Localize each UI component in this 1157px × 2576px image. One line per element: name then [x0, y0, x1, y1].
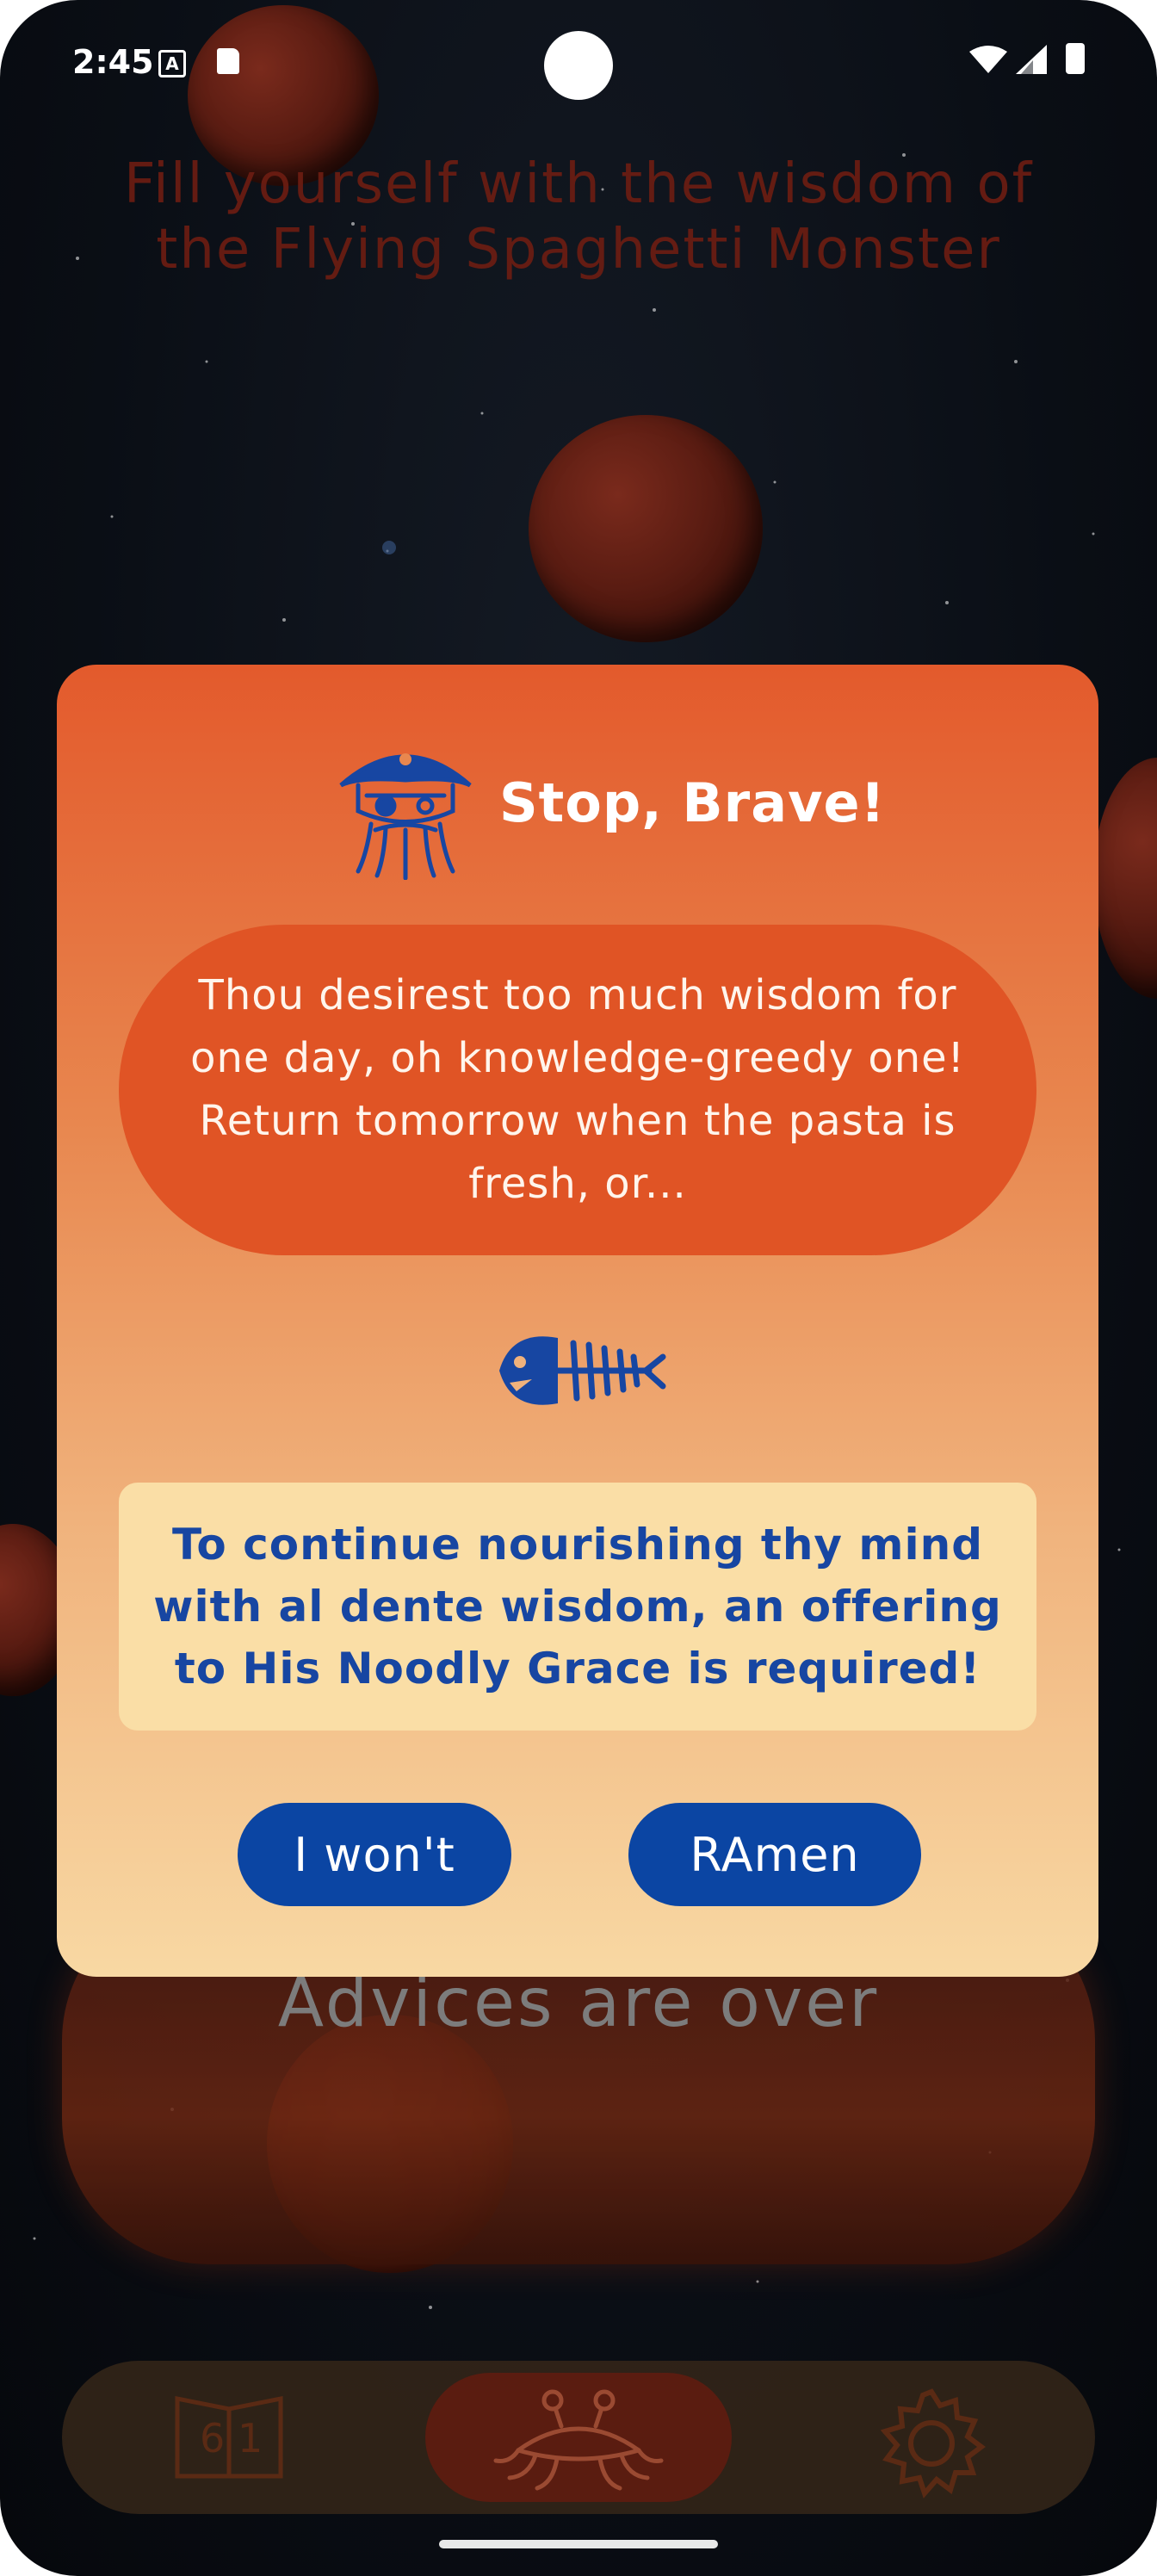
wifi-icon [969, 46, 1007, 73]
app-screen: 2:45 A Fill yourself with the wisdom of … [0, 0, 1157, 2576]
flying-spaghetti-monster-icon [493, 2389, 664, 2491]
offering-text: To continue nourishing thy mind with al … [153, 1520, 1002, 1694]
svg-text:6: 6 [200, 2415, 225, 2461]
svg-text:1: 1 [238, 2415, 263, 2461]
message-bubble: Thou desirest too much wisdom for one da… [119, 925, 1036, 1255]
dialog-header: Stop, Brave! [332, 734, 885, 880]
book-icon[interactable]: 6 1 [169, 2390, 289, 2485]
a-notification-icon: A [158, 50, 186, 77]
dialog-title: Stop, Brave! [499, 771, 886, 834]
battery-icon [1066, 43, 1085, 74]
signal-icon [1016, 45, 1047, 74]
offering-notice: To continue nourishing thy mind with al … [119, 1483, 1036, 1731]
app-header-title: Fill yourself with the wisdom of the Fly… [123, 152, 1034, 282]
decline-button[interactable]: I won't [238, 1803, 511, 1906]
ramen-offering-button[interactable]: RAmen [628, 1803, 921, 1906]
sd-card-icon [217, 48, 239, 74]
dialog-message: Thou desirest too much wisdom for one da… [190, 971, 965, 1208]
home-indicator[interactable] [439, 2540, 718, 2548]
offering-dialog: Stop, Brave! Thou desirest too much wisd… [57, 665, 1098, 1977]
meatball-decoration [529, 415, 763, 642]
camera-cutout [544, 31, 613, 100]
fish-skeleton-icon [499, 1336, 666, 1405]
pirate-icon [339, 753, 472, 880]
status-time: 2:45 [72, 43, 154, 81]
gear-icon[interactable] [871, 2383, 992, 2504]
